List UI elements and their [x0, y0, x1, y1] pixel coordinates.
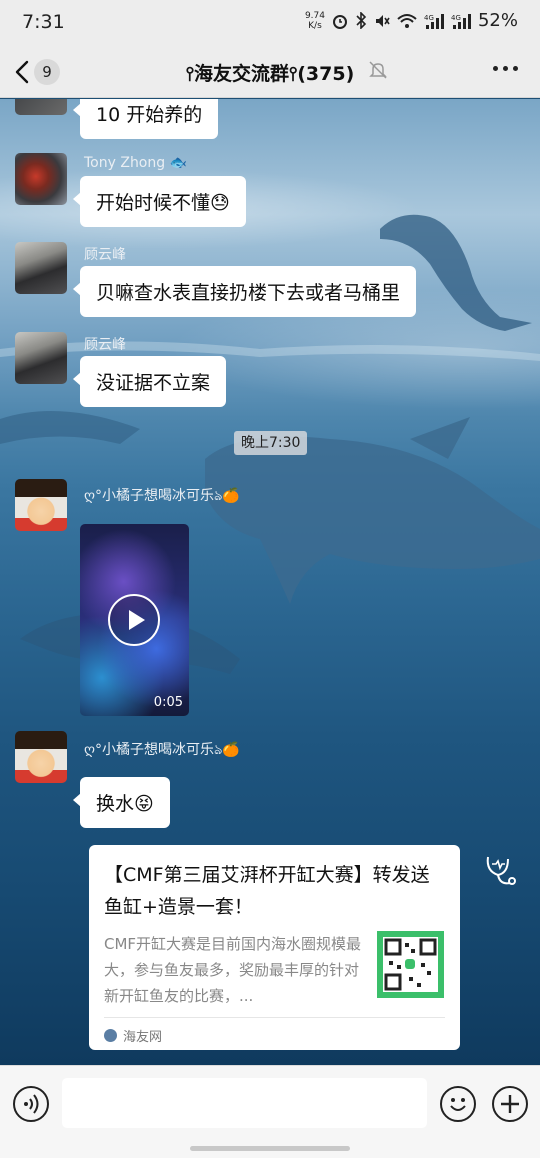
net-speed-value: 9.74	[304, 10, 325, 21]
plus-icon	[501, 1095, 519, 1113]
qr-code-image	[383, 937, 438, 992]
card-source: 海友网	[104, 1026, 162, 1045]
net-speed-unit: K/s	[308, 20, 322, 31]
avatar[interactable]	[15, 242, 67, 294]
svg-text:4G: 4G	[451, 14, 461, 22]
plus-button[interactable]	[492, 1086, 528, 1122]
home-indicator[interactable]	[190, 1146, 350, 1151]
avatar[interactable]	[15, 731, 67, 783]
status-icons: 9.74 K/s 4G 4G 52%	[305, 10, 518, 31]
message-bubble[interactable]: 换水😝	[73, 777, 170, 828]
voice-icon	[24, 1094, 39, 1114]
play-icon	[129, 610, 145, 630]
avatar[interactable]	[15, 99, 67, 115]
video-duration: 0:05	[153, 695, 183, 710]
alarm-icon	[332, 14, 347, 29]
card-divider	[104, 1017, 445, 1018]
source-logo-icon	[104, 1029, 117, 1042]
avatar[interactable]	[15, 479, 67, 531]
status-time: 7:31	[22, 11, 65, 33]
emoji-icon	[450, 1098, 466, 1111]
more-icon-dot	[513, 66, 518, 71]
forward-icon[interactable]	[482, 851, 520, 889]
sender-name: ღ°小橘子想喝冰可乐ঌ🍊	[84, 742, 240, 758]
input-bar	[0, 1065, 540, 1158]
wifi-icon	[397, 13, 417, 28]
link-card[interactable]: 【CMF第三届艾湃杯开缸大赛】转发送鱼缸+造景一套！ CMF开缸大赛是目前国内海…	[89, 845, 460, 1050]
svg-text:4G: 4G	[424, 14, 434, 22]
mute-bell-icon	[369, 61, 387, 79]
sender-name: ღ°小橘子想喝冰可乐ঌ🍊	[84, 488, 240, 504]
play-button[interactable]	[108, 594, 160, 646]
message-text: 贝嘛查水表直接扔楼下去或者马桶里	[96, 282, 401, 304]
message-text: 换水😝	[96, 793, 154, 815]
signal-4g-icon-2: 4G	[451, 13, 471, 29]
card-description: CMF开缸大赛是目前国内海水圈规模最大，参与鱼友最多，奖励最丰厚的针对新开缸鱼友…	[104, 935, 362, 1005]
sender-name: Tony Zhong 🐟	[84, 155, 188, 171]
message-bubble[interactable]: 贝嘛查水表直接扔楼下去或者马桶里	[72, 266, 417, 317]
message-text: 开始时候不懂😓	[96, 192, 230, 214]
message-bubble[interactable]: 没证据不立案	[72, 356, 227, 407]
chat-header: 9 ⫯海友交流群⫯(375)	[0, 46, 540, 98]
qr-code-pattern-icon	[384, 938, 437, 991]
battery-percent: 52%	[477, 10, 518, 31]
avatar[interactable]	[15, 332, 67, 384]
message-bubble[interactable]: 10 开始养的	[72, 99, 219, 139]
page-title: ⫯海友交流群⫯(375)	[185, 63, 355, 85]
status-bar: 7:31 9.74 K/s 4G 4G 52%	[0, 0, 540, 46]
time-divider: 晚上7:30	[234, 431, 308, 455]
video-message[interactable]: 0:05	[80, 524, 189, 716]
message-input[interactable]	[62, 1078, 427, 1128]
more-button[interactable]	[493, 66, 518, 71]
avatar[interactable]	[15, 153, 67, 205]
message-bubble[interactable]: 开始时候不懂😓	[73, 176, 246, 227]
chat-area[interactable]: 10 开始养的 Tony Zhong 🐟 开始时候不懂😓 顾云峰 贝嘛查水表直接…	[0, 99, 540, 1065]
qr-code-thumbnail	[377, 931, 444, 998]
sender-name: 顾云峰	[84, 337, 126, 353]
emoji-button[interactable]	[440, 1086, 476, 1122]
message-text: 没证据不立案	[96, 372, 211, 394]
card-source-name: 海友网	[123, 1030, 163, 1045]
card-title: 【CMF第三届艾湃杯开缸大赛】转发送鱼缸+造景一套！	[104, 864, 430, 918]
message-text: 10 开始养的	[96, 103, 203, 126]
more-icon-dot	[503, 66, 508, 71]
bluetooth-icon	[356, 12, 367, 29]
signal-4g-icon: 4G	[424, 13, 444, 29]
voice-button[interactable]	[13, 1086, 49, 1122]
sender-name: 顾云峰	[84, 247, 126, 263]
net-speed: 9.74 K/s	[305, 11, 325, 31]
vibrate-off-icon	[375, 14, 390, 27]
more-icon	[493, 66, 498, 71]
